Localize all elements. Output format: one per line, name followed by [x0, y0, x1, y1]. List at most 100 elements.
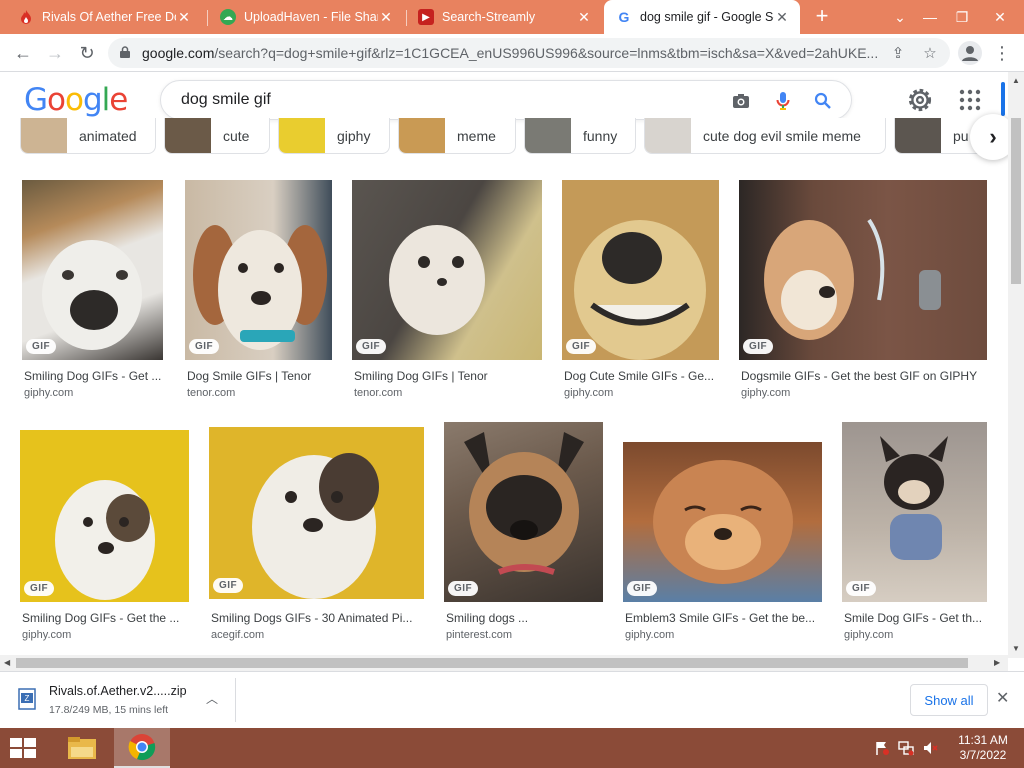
image-result[interactable]: GIF Smiling Dogs GIFs - 30 Animated Pi..… [209, 422, 424, 646]
tab-search-streamly[interactable]: ▶ Search-Streamly ✕ [406, 0, 602, 34]
chrome-taskbar-button[interactable] [114, 728, 170, 768]
close-icon[interactable]: ✕ [996, 688, 1009, 708]
restore-icon[interactable]: ❐ [946, 0, 978, 34]
vertical-scrollbar[interactable]: ▲ ▼ [1008, 72, 1024, 658]
image-result[interactable]: GIF Smiling Dog GIFs | Tenor tenor.com [352, 180, 542, 400]
network-icon[interactable] [898, 740, 914, 756]
new-tab-button[interactable]: + [809, 4, 835, 30]
gear-icon[interactable] [906, 86, 934, 114]
scroll-down-icon[interactable]: ▼ [1012, 644, 1020, 653]
chip-meme[interactable]: meme [398, 118, 516, 154]
result-title[interactable]: Smiling dogs ... [446, 611, 605, 625]
tab-search-chevron-icon[interactable]: ⌄ [884, 0, 916, 34]
close-tab-icon[interactable]: ✕ [774, 9, 790, 26]
share-icon[interactable]: ⇪ [888, 43, 908, 63]
result-title[interactable]: Smiling Dog GIFs - Get ... [24, 369, 165, 383]
chip-giphy[interactable]: giphy [278, 118, 390, 154]
result-thumbnail[interactable]: GIF [444, 422, 603, 602]
chip-thumbnail [21, 118, 67, 153]
result-thumbnail[interactable]: GIF [22, 180, 163, 360]
back-icon[interactable]: ← [10, 40, 36, 66]
result-source[interactable]: tenor.com [187, 387, 235, 399]
address-bar[interactable]: google.com/search?q=dog+smile+gif&rlz=1C… [108, 38, 950, 68]
result-source[interactable]: acegif.com [211, 629, 264, 641]
camera-icon[interactable] [729, 89, 753, 113]
result-thumbnail[interactable]: GIF [185, 180, 332, 360]
download-file-name: Rivals.of.Aether.v2.....zip [49, 684, 187, 698]
chip-funny[interactable]: funny [524, 118, 636, 154]
result-title[interactable]: Dog Cute Smile GIFs - Ge... [564, 369, 721, 383]
volume-muted-icon[interactable] [922, 740, 938, 756]
result-thumbnail[interactable]: GIF [20, 430, 189, 602]
result-thumbnail[interactable]: GIF [623, 442, 822, 602]
reload-icon[interactable]: ↻ [74, 40, 100, 66]
search-box[interactable]: dog smile gif [160, 80, 852, 120]
image-result[interactable]: GIF Smiling dogs ... pinterest.com [444, 422, 603, 646]
result-source[interactable]: giphy.com [844, 629, 893, 641]
result-thumbnail[interactable]: GIF [842, 422, 987, 602]
result-source[interactable]: giphy.com [22, 629, 71, 641]
browser-menu-icon[interactable]: ⋮ [990, 40, 1014, 66]
bookmark-star-icon[interactable]: ☆ [920, 43, 940, 63]
scroll-up-icon[interactable]: ▲ [1012, 76, 1020, 85]
image-result[interactable]: GIF Smiling Dog GIFs - Get the ... giphy… [20, 422, 189, 646]
image-result[interactable]: GIF Smiling Dog GIFs - Get ... giphy.com [22, 180, 163, 400]
profile-avatar[interactable] [958, 41, 982, 65]
result-title[interactable]: Emblem3 Smile GIFs - Get the be... [625, 611, 824, 625]
result-title[interactable]: Smiling Dogs GIFs - 30 Animated Pi... [211, 611, 426, 625]
chip-cute-dog-evil-smile-meme[interactable]: cute dog evil smile meme [644, 118, 886, 154]
windows-start-icon[interactable] [8, 737, 38, 759]
gif-badge: GIF [448, 581, 479, 596]
horizontal-scrollbar[interactable]: ◀ ▶ [0, 655, 1008, 671]
result-source[interactable]: giphy.com [564, 387, 613, 399]
system-clock[interactable]: 11:31 AM 3/7/2022 [948, 733, 1018, 763]
tab-uploadhaven[interactable]: ☁ UploadHaven - File Sharin ✕ [208, 0, 404, 34]
image-result[interactable]: GIF Emblem3 Smile GIFs - Get the be... g… [623, 422, 822, 646]
image-result[interactable]: GIF Smile Dog GIFs - Get th... giphy.com [842, 422, 987, 646]
horizontal-scroll-thumb[interactable] [16, 658, 968, 668]
vertical-scroll-thumb[interactable] [1011, 118, 1021, 284]
forward-icon[interactable]: → [42, 40, 68, 66]
google-logo[interactable]: Google [24, 82, 128, 118]
search-input[interactable]: dog smile gif [181, 91, 271, 109]
result-source[interactable]: giphy.com [741, 387, 790, 399]
gif-badge: GIF [24, 581, 55, 596]
microphone-icon[interactable] [771, 89, 795, 113]
scroll-left-icon[interactable]: ◀ [4, 658, 10, 667]
download-item[interactable]: Z Rivals.of.Aether.v2.....zip 17.8/249 M… [8, 678, 236, 722]
close-tab-icon[interactable]: ✕ [576, 9, 592, 26]
image-result[interactable]: GIF Dog Cute Smile GIFs - Ge... giphy.co… [562, 180, 719, 400]
result-source[interactable]: pinterest.com [446, 629, 512, 641]
result-title[interactable]: Dog Smile GIFs | Tenor [187, 369, 334, 383]
image-result[interactable]: GIF Dogsmile GIFs - Get the best GIF on … [739, 180, 987, 400]
flag-alert-icon[interactable] [874, 740, 890, 756]
sign-in-button-edge[interactable] [1001, 82, 1005, 116]
scroll-right-icon[interactable]: ▶ [994, 658, 1000, 667]
result-source[interactable]: giphy.com [625, 629, 674, 641]
file-explorer-taskbar-button[interactable] [54, 728, 110, 768]
result-thumbnail[interactable]: GIF [209, 427, 424, 599]
download-status: 17.8/249 MB, 15 mins left [49, 704, 169, 716]
result-title[interactable]: Smile Dog GIFs - Get th... [844, 611, 989, 625]
tab-rivals-of-aether[interactable]: Rivals Of Aether Free Dow ✕ [6, 0, 202, 34]
result-source[interactable]: giphy.com [24, 387, 73, 399]
apps-grid-icon[interactable] [958, 88, 982, 112]
result-title[interactable]: Smiling Dog GIFs - Get the ... [22, 611, 191, 625]
result-thumbnail[interactable]: GIF [352, 180, 542, 360]
image-result[interactable]: GIF Dog Smile GIFs | Tenor tenor.com [185, 180, 332, 400]
close-tab-icon[interactable]: ✕ [378, 9, 394, 26]
close-tab-icon[interactable]: ✕ [176, 9, 192, 26]
result-title[interactable]: Smiling Dog GIFs | Tenor [354, 369, 544, 383]
minimize-icon[interactable]: — [914, 0, 946, 34]
tab-google-search[interactable]: G dog smile gif - Google Se ✕ [604, 0, 800, 34]
search-icon[interactable] [811, 89, 835, 113]
show-all-button[interactable]: Show all [910, 684, 988, 716]
chip-cute[interactable]: cute [164, 118, 270, 154]
result-source[interactable]: tenor.com [354, 387, 402, 399]
result-thumbnail[interactable]: GIF [562, 180, 719, 360]
chevron-up-icon[interactable]: ︿ [206, 690, 218, 707]
result-thumbnail[interactable]: GIF [739, 180, 987, 360]
chip-animated[interactable]: animated [20, 118, 156, 154]
close-window-icon[interactable]: ✕ [984, 0, 1016, 34]
result-title[interactable]: Dogsmile GIFs - Get the best GIF on GIPH… [741, 369, 989, 383]
